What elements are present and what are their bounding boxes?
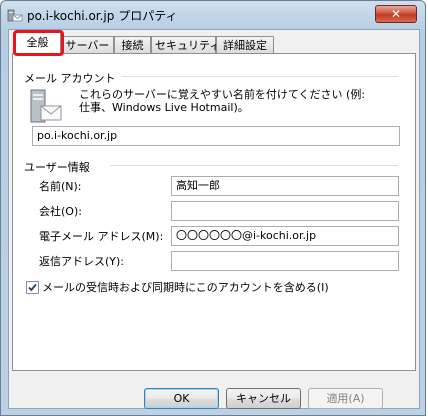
tab-security[interactable]: セキュリティ <box>151 36 220 53</box>
properties-dialog: po.i-kochi.or.jp プロパティ ✕ 全般 サーバー 接続 セキュリ… <box>0 0 426 416</box>
apply-button[interactable]: 適用(A) <box>308 388 383 409</box>
window-title: po.i-kochi.or.jp プロパティ <box>27 9 178 23</box>
dialog-client: 全般 サーバー 接続 セキュリティ 詳細設定 メール アカウント これらのサーバ… <box>8 29 420 409</box>
checkmark-icon <box>28 283 37 292</box>
account-description: これらのサーバーに覚えやすい名前を付けてください (例: 仕事、Windows … <box>79 88 366 114</box>
tab-security-label: セキュリティ <box>155 39 221 52</box>
tab-servers-label: サーバー <box>65 39 110 52</box>
tab-advanced[interactable]: 詳細設定 <box>216 36 274 53</box>
reply-address-field[interactable] <box>171 251 399 271</box>
general-tab-panel: メール アカウント これらのサーバーに覚えやすい名前を付けてください (例: 仕… <box>12 53 416 371</box>
group-divider <box>110 165 398 166</box>
company-label: 会社(O): <box>39 205 82 218</box>
mail-account-icon <box>30 89 62 123</box>
include-account-label: メールの受信時および同期時にこのアカウントを含める(I) <box>42 281 329 294</box>
tab-connection-label: 接続 <box>121 39 144 52</box>
ok-button[interactable]: OK <box>144 388 219 409</box>
tab-highlight-box <box>13 30 64 56</box>
mail-account-group-label: メール アカウント <box>24 72 116 85</box>
email-label: 電子メール アドレス(M): <box>39 230 164 243</box>
title-bar[interactable]: po.i-kochi.or.jp プロパティ ✕ <box>1 1 425 29</box>
company-field[interactable] <box>171 201 399 221</box>
account-properties-icon <box>7 9 23 22</box>
group-divider <box>122 76 398 77</box>
cancel-button[interactable]: キャンセル <box>226 388 301 409</box>
name-label: 名前(N): <box>39 180 82 193</box>
reply-address-label: 返信アドレス(Y): <box>39 255 125 268</box>
tab-servers[interactable]: サーバー <box>61 36 114 53</box>
account-name-field[interactable]: po.i-kochi.or.jp <box>32 126 400 146</box>
email-field[interactable]: 〇〇〇〇〇〇@i-kochi.or.jp <box>171 226 399 246</box>
close-icon: ✕ <box>390 7 402 21</box>
close-button[interactable]: ✕ <box>375 5 417 23</box>
tab-connection[interactable]: 接続 <box>114 36 151 53</box>
user-info-group-label: ユーザー情報 <box>24 161 90 174</box>
name-field[interactable]: 高知一郎 <box>171 176 399 196</box>
include-account-checkbox[interactable] <box>26 281 39 294</box>
tab-advanced-label: 詳細設定 <box>223 39 267 52</box>
